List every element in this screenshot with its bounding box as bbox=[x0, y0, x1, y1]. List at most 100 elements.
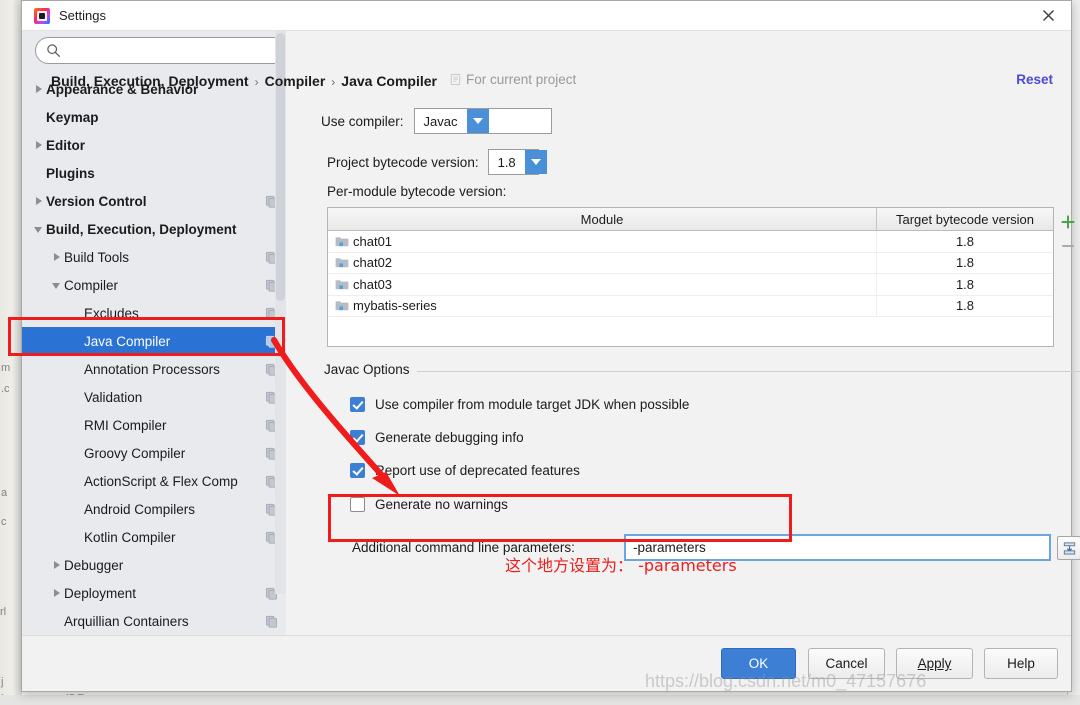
sidebar-item-arquillian-containers[interactable]: Arquillian Containers bbox=[22, 607, 286, 635]
dialog-body: Appearance & BehaviorKeymapEditorPlugins… bbox=[22, 31, 1071, 638]
chevron-right-icon[interactable] bbox=[32, 82, 46, 96]
breadcrumb: Build, Execution, Deployment › Compiler … bbox=[51, 72, 576, 89]
reset-link[interactable]: Reset bbox=[1016, 72, 1053, 87]
checkbox-report-use-of-deprecated-features[interactable]: Report use of deprecated features bbox=[350, 463, 580, 478]
chevron-down-icon[interactable] bbox=[50, 278, 64, 292]
project-bytecode-dropdown[interactable]: 1.8 bbox=[488, 149, 539, 175]
checkbox-generate-no-warnings[interactable]: Generate no warnings bbox=[350, 497, 508, 512]
checkbox-box[interactable] bbox=[350, 497, 365, 512]
checkbox-box[interactable] bbox=[350, 463, 365, 478]
close-button[interactable] bbox=[1025, 1, 1071, 30]
sidebar-item-editor[interactable]: Editor bbox=[22, 131, 286, 159]
sidebar-item-annotation-processors[interactable]: Annotation Processors bbox=[22, 355, 286, 383]
sidebar-item-label: Groovy Compiler bbox=[84, 446, 185, 461]
chevron-right-icon[interactable] bbox=[50, 558, 64, 572]
dialog-title: Settings bbox=[59, 8, 106, 23]
table-row[interactable]: mybatis-series1.8 bbox=[328, 296, 1053, 318]
sidebar-item-compiler[interactable]: Compiler bbox=[22, 271, 286, 299]
chevron-down-icon bbox=[467, 109, 489, 133]
cell-module[interactable]: chat02 bbox=[328, 253, 877, 274]
sidebar-item-actionscript-flex-comp[interactable]: ActionScript & Flex Comp bbox=[22, 467, 286, 495]
minus-icon bbox=[1060, 238, 1076, 254]
column-header-target-bytecode[interactable]: Target bytecode version bbox=[877, 208, 1053, 230]
ok-button[interactable]: OK bbox=[721, 648, 796, 679]
sidebar-item-android-compilers[interactable]: Android Compilers bbox=[22, 495, 286, 523]
table-row[interactable]: chat031.8 bbox=[328, 274, 1053, 296]
sidebar-item-label: Validation bbox=[84, 390, 142, 405]
per-module-table[interactable]: Module Target bytecode version chat011.8… bbox=[327, 207, 1054, 347]
sidebar-item-debugger[interactable]: Debugger bbox=[22, 551, 286, 579]
breadcrumb-item-2[interactable]: Java Compiler bbox=[341, 73, 437, 89]
add-module-button[interactable] bbox=[1056, 210, 1080, 234]
background-ghost-text: .c bbox=[1, 383, 10, 395]
project-bytecode-row: Project bytecode version: 1.8 bbox=[327, 149, 539, 175]
background-ide-left-strip bbox=[0, 0, 22, 705]
column-header-module[interactable]: Module bbox=[328, 208, 877, 230]
chevron-down-icon[interactable] bbox=[32, 222, 46, 236]
cell-module[interactable]: chat03 bbox=[328, 274, 877, 295]
breadcrumb-item-1[interactable]: Compiler bbox=[265, 73, 326, 89]
use-compiler-dropdown[interactable]: Javac bbox=[414, 108, 552, 134]
remove-module-button[interactable] bbox=[1056, 234, 1080, 258]
tree-twisty-placeholder bbox=[70, 390, 84, 404]
additional-params-input[interactable] bbox=[624, 534, 1051, 561]
apply-button[interactable]: Apply bbox=[896, 648, 973, 679]
tree-twisty-placeholder bbox=[70, 334, 84, 348]
checkbox-use-compiler-from-module-target-jdk-when-possible[interactable]: Use compiler from module target JDK when… bbox=[350, 397, 689, 412]
javac-options-divider bbox=[324, 371, 1080, 372]
sidebar-item-validation[interactable]: Validation bbox=[22, 383, 286, 411]
module-folder-icon bbox=[335, 299, 349, 312]
cell-module[interactable]: chat01 bbox=[328, 231, 877, 252]
sidebar-item-label: Debugger bbox=[64, 558, 123, 573]
sidebar-item-rmi-compiler[interactable]: RMI Compiler bbox=[22, 411, 286, 439]
chevron-right-icon[interactable] bbox=[50, 586, 64, 600]
cell-target-bytecode[interactable]: 1.8 bbox=[877, 296, 1053, 317]
dialog-titlebar: Settings bbox=[22, 1, 1071, 31]
sidebar-item-label: Build Tools bbox=[64, 250, 129, 265]
cell-target-bytecode[interactable]: 1.8 bbox=[877, 231, 1053, 252]
breadcrumb-item-0[interactable]: Build, Execution, Deployment bbox=[51, 73, 249, 89]
sidebar-item-plugins[interactable]: Plugins bbox=[22, 159, 286, 187]
tree-twisty-placeholder bbox=[70, 474, 84, 488]
cell-target-bytecode[interactable]: 1.8 bbox=[877, 274, 1053, 295]
search-input[interactable] bbox=[35, 37, 297, 64]
scope-note-label: For current project bbox=[466, 72, 576, 87]
use-compiler-label: Use compiler: bbox=[321, 114, 404, 129]
dialog-footer: OK Cancel Apply Help bbox=[22, 635, 1071, 691]
per-module-label: Per-module bytecode version: bbox=[327, 184, 506, 199]
tree-twisty-placeholder bbox=[70, 418, 84, 432]
chevron-right-icon[interactable] bbox=[32, 138, 46, 152]
expand-editor-button[interactable] bbox=[1057, 536, 1080, 560]
cancel-button[interactable]: Cancel bbox=[808, 648, 885, 679]
background-ghost-text: a bbox=[1, 487, 7, 499]
sidebar-item-java-compiler[interactable]: Java Compiler bbox=[22, 327, 286, 355]
checkbox-label: Use compiler from module target JDK when… bbox=[375, 397, 689, 412]
cell-module[interactable]: mybatis-series bbox=[328, 296, 877, 317]
sidebar-item-kotlin-compiler[interactable]: Kotlin Compiler bbox=[22, 523, 286, 551]
chevron-right-icon[interactable] bbox=[50, 250, 64, 264]
sidebar-item-deployment[interactable]: Deployment bbox=[22, 579, 286, 607]
tree-twisty-placeholder bbox=[32, 110, 46, 124]
table-row[interactable]: chat021.8 bbox=[328, 253, 1053, 275]
background-ghost-text: c bbox=[1, 516, 7, 528]
settings-tree[interactable]: Appearance & BehaviorKeymapEditorPlugins… bbox=[22, 75, 286, 638]
checkbox-box[interactable] bbox=[350, 430, 365, 445]
sidebar-item-build-execution-deployment[interactable]: Build, Execution, Deployment bbox=[22, 215, 286, 243]
table-row[interactable]: chat011.8 bbox=[328, 231, 1053, 253]
chevron-right-icon[interactable] bbox=[32, 194, 46, 208]
chevron-down-icon bbox=[525, 150, 547, 174]
sidebar-item-keymap[interactable]: Keymap bbox=[22, 103, 286, 131]
sidebar-item-build-tools[interactable]: Build Tools bbox=[22, 243, 286, 271]
cell-target-bytecode[interactable]: 1.8 bbox=[877, 253, 1053, 274]
help-button[interactable]: Help bbox=[984, 648, 1058, 679]
sidebar-item-version-control[interactable]: Version Control bbox=[22, 187, 286, 215]
sidebar-item-groovy-compiler[interactable]: Groovy Compiler bbox=[22, 439, 286, 467]
checkbox-box[interactable] bbox=[350, 397, 365, 412]
sidebar-item-label: Plugins bbox=[46, 166, 95, 181]
sidebar-item-excludes[interactable]: Excludes bbox=[22, 299, 286, 327]
tree-twisty-placeholder bbox=[70, 306, 84, 320]
sidebar-item-label: Arquillian Containers bbox=[64, 614, 189, 629]
checkbox-generate-debugging-info[interactable]: Generate debugging info bbox=[350, 430, 524, 445]
sidebar-scrollbar[interactable] bbox=[275, 31, 286, 594]
sidebar-item-label: Excludes bbox=[84, 306, 139, 321]
